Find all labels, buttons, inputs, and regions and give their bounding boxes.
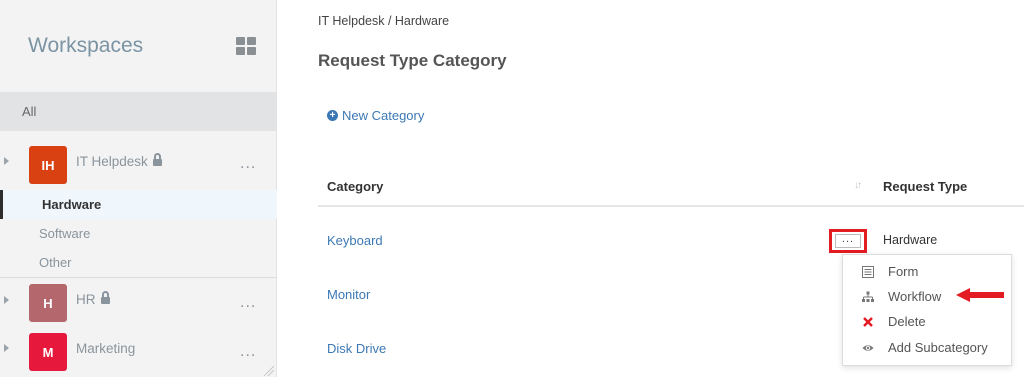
category-link-monitor[interactable]: Monitor bbox=[327, 287, 370, 302]
more-dots-icon: ... bbox=[835, 234, 861, 248]
expand-caret-icon[interactable] bbox=[4, 157, 9, 165]
expand-caret-icon[interactable] bbox=[4, 296, 9, 304]
menu-item-label: Form bbox=[888, 264, 919, 279]
sidebar-item-software[interactable]: Software bbox=[0, 219, 277, 248]
page-title: Request Type Category bbox=[318, 51, 507, 70]
workspace-more-button[interactable]: ... bbox=[240, 155, 256, 173]
plus-circle-icon: + bbox=[327, 110, 338, 121]
delete-icon bbox=[863, 317, 873, 327]
filter-all[interactable]: All bbox=[0, 92, 277, 131]
workspace-name: Marketing bbox=[76, 341, 136, 356]
table-header-divider bbox=[318, 205, 1024, 207]
menu-item-delete[interactable]: Delete bbox=[843, 310, 1013, 334]
resize-grip-icon[interactable] bbox=[262, 364, 274, 376]
menu-item-add-subcategory[interactable]: Add Subcategory bbox=[843, 336, 1013, 360]
breadcrumb: IT Helpdesk / Hardware bbox=[318, 14, 450, 28]
menu-item-form[interactable]: Form bbox=[843, 260, 1013, 284]
workspace-name: IT Helpdesk bbox=[76, 153, 162, 169]
workspace-marketing[interactable]: M Marketing ... bbox=[0, 329, 277, 377]
sidebar-item-label: Software bbox=[39, 226, 91, 241]
request-type-cell: Hardware bbox=[883, 233, 938, 247]
grid-view-icon[interactable] bbox=[236, 37, 256, 55]
row-actions-menu: Form Workflow Delete Add Subcategory bbox=[842, 254, 1012, 366]
sidebar-divider bbox=[0, 277, 277, 278]
category-link-disk-drive[interactable]: Disk Drive bbox=[327, 341, 386, 356]
workspace-avatar: IH bbox=[29, 146, 67, 184]
sidebar-item-hardware[interactable]: Hardware bbox=[0, 190, 277, 219]
category-link-keyboard[interactable]: Keyboard bbox=[327, 233, 383, 248]
workspace-more-button[interactable]: ... bbox=[240, 294, 256, 312]
lock-icon bbox=[100, 291, 110, 305]
column-header-request-type[interactable]: Request Type bbox=[883, 179, 967, 194]
workspace-it-helpdesk[interactable]: IH IT Helpdesk ... bbox=[0, 138, 277, 192]
new-category-button[interactable]: + New Category bbox=[327, 108, 424, 123]
sidebar-title: Workspaces bbox=[28, 34, 144, 57]
workspace-avatar: H bbox=[29, 284, 67, 322]
eye-icon bbox=[862, 345, 874, 351]
workspace-hr[interactable]: H HR ... bbox=[0, 280, 277, 334]
annotation-arrow-icon bbox=[956, 288, 1004, 302]
workspace-avatar: M bbox=[29, 333, 67, 371]
sort-icon[interactable]: ↓↑ bbox=[854, 180, 862, 191]
sidebar-header: Workspaces bbox=[0, 0, 277, 92]
menu-item-label: Workflow bbox=[888, 289, 942, 304]
workspace-more-button[interactable]: ... bbox=[240, 343, 256, 361]
lock-icon bbox=[152, 153, 162, 167]
sidebar-item-label: Other bbox=[39, 255, 72, 270]
menu-item-label: Delete bbox=[888, 314, 926, 329]
workspace-name: HR bbox=[76, 291, 110, 307]
form-icon bbox=[862, 266, 874, 278]
expand-caret-icon[interactable] bbox=[4, 344, 9, 352]
menu-item-label: Add Subcategory bbox=[888, 340, 988, 355]
new-category-label: New Category bbox=[342, 108, 425, 123]
sidebar-item-label: Hardware bbox=[42, 197, 102, 212]
workflow-icon bbox=[862, 291, 874, 302]
sidebar: Workspaces All IH IT Helpdesk ... Hardwa… bbox=[0, 0, 277, 377]
row-actions-button[interactable]: ... bbox=[829, 229, 867, 253]
filter-all-label: All bbox=[22, 104, 37, 119]
sidebar-item-other[interactable]: Other bbox=[0, 248, 277, 277]
column-header-category[interactable]: Category bbox=[327, 179, 383, 194]
